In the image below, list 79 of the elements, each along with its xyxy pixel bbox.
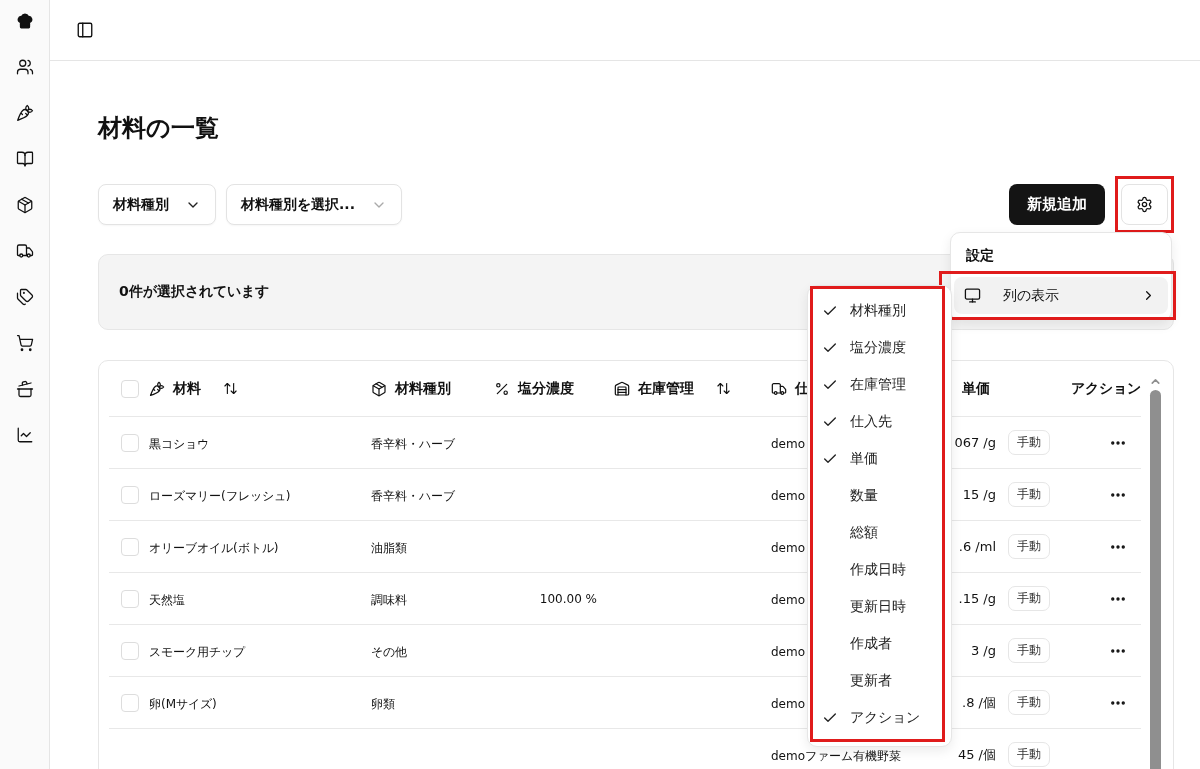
checkbox[interactable]: [121, 485, 139, 504]
table-cell: オリーブオイル(ボトル): [149, 540, 279, 555]
table-cell: 15 /g: [962, 487, 996, 502]
table-cell: 油脂類: [371, 540, 407, 555]
settings-icon: [1136, 196, 1153, 213]
table-cell: 100.00 %: [539, 591, 597, 606]
checkbox[interactable]: [121, 693, 139, 712]
column-header: 単価: [962, 379, 990, 398]
table-cell: 香辛料・ハーブ: [371, 436, 455, 451]
menu-item[interactable]: 作成日時: [850, 560, 906, 579]
table-cell: その他: [371, 644, 407, 659]
table-cell: demoファーム有機野菜: [771, 748, 902, 763]
table-cell: .8 /個: [962, 693, 996, 712]
table-cell: demo: [771, 541, 806, 555]
column-header: アクション: [1070, 379, 1141, 398]
warehouse-icon: [614, 380, 630, 397]
table-cell: demo: [771, 593, 806, 607]
table-cell: demo: [771, 489, 806, 503]
column-header: 材料: [173, 379, 201, 398]
table-cell: スモーク用チップ: [149, 644, 245, 659]
source-badge: 手動: [1007, 482, 1050, 507]
menu-item[interactable]: 更新日時: [850, 597, 906, 616]
menu-item[interactable]: 作成者: [850, 634, 892, 653]
table-cell: demo: [771, 437, 806, 451]
menu-item[interactable]: 仕入先: [850, 412, 892, 431]
menu-item[interactable]: 単価: [850, 449, 878, 468]
menu-item[interactable]: アクション: [850, 708, 920, 727]
selection-count: 0件が選択されています: [119, 283, 269, 301]
checkbox[interactable]: [121, 379, 139, 398]
checkbox[interactable]: [121, 433, 139, 452]
menu-item[interactable]: 材料種別: [850, 301, 906, 320]
column-header: 仕: [795, 379, 809, 398]
table-cell: 45 /個: [957, 745, 996, 764]
table-cell: 香辛料・ハーブ: [371, 488, 455, 503]
table-cell: demo: [771, 697, 806, 711]
sidebar-toggle-icon[interactable]: [76, 21, 94, 39]
menu-item[interactable]: 更新者: [850, 671, 892, 690]
source-badge: 手動: [1007, 586, 1050, 611]
menu-item[interactable]: 塩分濃度: [850, 338, 906, 357]
monitor-icon: [964, 287, 981, 304]
table-cell: 3 /g: [970, 643, 996, 658]
table-cell: 卵類: [371, 696, 395, 711]
box-icon: [371, 380, 387, 397]
source-badge: 手動: [1007, 690, 1050, 715]
page-title: 材料の一覧: [98, 113, 220, 144]
table-cell: demo: [771, 645, 806, 659]
settings-button[interactable]: [1121, 184, 1168, 225]
menu-item-label: 列の表示: [1003, 286, 1060, 305]
checkbox[interactable]: [121, 641, 139, 660]
add-button[interactable]: 新規追加: [1009, 184, 1105, 225]
column-header: 塩分濃度: [518, 379, 574, 398]
menu-item[interactable]: 列の表示: [954, 277, 1168, 314]
menu-item[interactable]: 数量: [850, 486, 878, 505]
table-cell: .15 /g: [958, 591, 996, 606]
source-badge: 手動: [1007, 742, 1050, 767]
column-header: 材料種別: [395, 379, 451, 398]
percent-icon: [494, 380, 510, 397]
filter-dropdown[interactable]: 材料種別: [98, 184, 216, 225]
source-badge: 手動: [1007, 430, 1050, 455]
menu-title: 設定: [965, 246, 995, 265]
table-cell: .6 /ml: [958, 539, 996, 554]
table-cell: 黒コショウ: [149, 436, 209, 451]
source-badge: 手動: [1007, 534, 1050, 559]
checkbox[interactable]: [121, 537, 139, 556]
sort-icon[interactable]: [716, 381, 731, 396]
table-cell: 調味料: [371, 592, 407, 607]
sort-icon[interactable]: [223, 381, 238, 396]
table-cell: 天然塩: [149, 592, 185, 607]
filter-dropdown[interactable]: 材料種別を選択...: [226, 184, 402, 225]
carrot-icon: [149, 380, 165, 397]
truck-icon: [771, 380, 787, 397]
column-header: 在庫管理: [638, 379, 694, 398]
table-cell: 卵(Mサイズ): [149, 696, 217, 711]
table-cell: 067 /g: [954, 435, 996, 450]
table-cell: ローズマリー(フレッシュ): [149, 488, 291, 503]
checkbox[interactable]: [121, 589, 139, 608]
menu-item[interactable]: 在庫管理: [850, 375, 906, 394]
source-badge: 手動: [1007, 638, 1050, 663]
menu-item[interactable]: 総額: [850, 523, 878, 542]
